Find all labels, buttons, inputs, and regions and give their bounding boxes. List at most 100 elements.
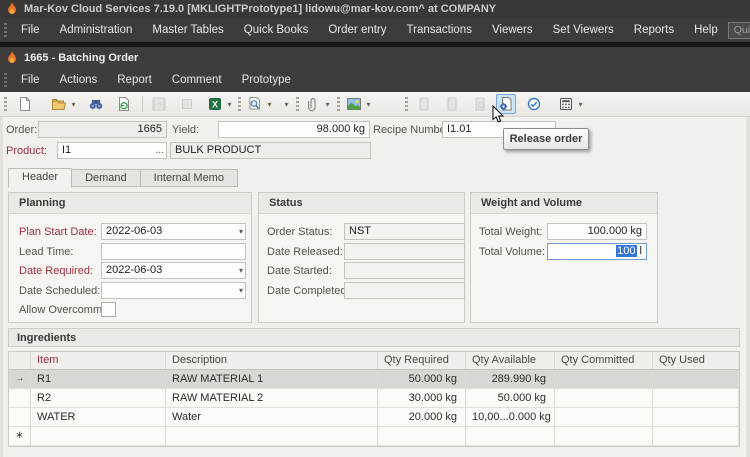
lead-time-field[interactable] [101, 243, 246, 260]
order-menu-report[interactable]: Report [107, 74, 162, 86]
open-button[interactable] [49, 94, 69, 114]
col-item[interactable]: Item [31, 352, 166, 369]
chevron-down-icon[interactable]: ▾ [239, 283, 243, 298]
release-order-tooltip: Release order [503, 128, 589, 150]
menu-order-entry[interactable]: Order entry [318, 24, 396, 36]
col-description[interactable]: Description [166, 352, 378, 369]
order-status-field: NST [344, 223, 465, 240]
total-weight-label: Total Weight: [479, 226, 542, 238]
review-order-button [470, 94, 490, 114]
date-started-label: Date Started: [267, 265, 332, 277]
tab-header[interactable]: Header [8, 168, 72, 188]
menu-file[interactable]: File [11, 24, 50, 36]
picture-button[interactable] [344, 94, 364, 114]
menu-administration[interactable]: Administration [50, 24, 143, 36]
date-started-field [344, 262, 465, 279]
allow-overcommit-checkbox[interactable] [101, 302, 116, 317]
recipe-number-label: Recipe Number: [373, 124, 452, 136]
calculator-dropdown-icon[interactable]: ▾ [576, 100, 585, 109]
order-menubar-grip[interactable] [4, 73, 7, 87]
print-dropdown-icon[interactable]: ▾ [282, 100, 291, 109]
order-label: Order: [6, 124, 37, 136]
order-menu-actions[interactable]: Actions [50, 74, 108, 86]
table-row[interactable]: WATER Water 20.000 kg 10,00...0.000 kg [9, 408, 739, 427]
date-completed-label: Date Completed: [267, 285, 350, 297]
table-row[interactable]: → R1 RAW MATERIAL 1 50.000 kg 289.990 kg [9, 370, 739, 389]
order-number-field: 1665 [38, 121, 167, 138]
product-browse-button[interactable]: ... [156, 143, 164, 158]
date-required-label: Date Required: [19, 265, 93, 277]
date-required-combo[interactable]: 2022-06-03▾ [101, 262, 246, 279]
col-qty-available[interactable]: Qty Available [466, 352, 555, 369]
chevron-down-icon[interactable]: ▾ [239, 263, 243, 278]
window-frame-right [746, 117, 750, 457]
tab-demand[interactable]: Demand [72, 169, 141, 187]
menu-quick-books[interactable]: Quick Books [234, 24, 319, 36]
product-field[interactable]: I1... [57, 142, 167, 159]
order-tabs: Header Demand Internal Memo [8, 168, 238, 187]
toolbar-grip[interactable] [296, 97, 299, 111]
new-document-button[interactable] [15, 94, 35, 114]
col-qty-committed[interactable]: Qty Committed [555, 352, 653, 369]
mouse-cursor [492, 105, 506, 125]
toolbar-grip[interactable] [238, 97, 241, 111]
total-volume-label: Total Volume: [479, 246, 545, 258]
tab-internal-memo[interactable]: Internal Memo [141, 169, 238, 187]
current-row-arrow-icon[interactable]: → [9, 370, 31, 388]
toolbar-grip[interactable] [405, 97, 408, 111]
main-menubar: File Administration Master Tables Quick … [0, 18, 750, 42]
menu-help[interactable]: Help [684, 24, 728, 36]
excel-export-button[interactable]: X [205, 94, 225, 114]
menu-set-viewers[interactable]: Set Viewers [543, 24, 624, 36]
table-row[interactable]: R2 RAW MATERIAL 2 30.000 kg 50.000 kg [9, 389, 739, 408]
order-menu-file[interactable]: File [11, 74, 50, 86]
plan-start-date-label: Plan Start Date: [19, 226, 97, 238]
total-weight-field[interactable]: 100.000 kg [547, 223, 647, 240]
excel-dropdown-icon[interactable]: ▾ [225, 100, 234, 109]
lead-time-label: Lead Time: [19, 246, 73, 258]
print-preview-button[interactable] [245, 94, 265, 114]
main-title: Mar-Kov Cloud Services 7.19.0 [MKLIGHTPr… [24, 3, 496, 15]
total-volume-field[interactable]: 100 l [547, 243, 647, 260]
ingredients-section-title: Ingredients [8, 328, 740, 347]
date-released-field [344, 243, 465, 260]
order-flame-icon [6, 51, 18, 65]
find-button[interactable] [86, 94, 106, 114]
menu-reports[interactable]: Reports [624, 24, 684, 36]
attachment-button[interactable] [303, 94, 323, 114]
selected-text: 100 [616, 245, 636, 257]
menubar-grip[interactable] [4, 23, 7, 37]
toolbar-grip[interactable] [4, 97, 7, 111]
product-label: Product: [6, 145, 47, 157]
approve-button[interactable] [524, 94, 544, 114]
yield-field[interactable]: 98.000 kg [218, 121, 370, 138]
menu-viewers[interactable]: Viewers [482, 24, 543, 36]
menu-master-tables[interactable]: Master Tables [142, 24, 233, 36]
attachment-dropdown-icon[interactable]: ▾ [323, 100, 332, 109]
quick-launch-input[interactable] [728, 22, 750, 39]
plan-start-date-combo[interactable]: 2022-06-03▾ [101, 223, 246, 240]
order-menu-comment[interactable]: Comment [162, 74, 232, 86]
open-dropdown-icon[interactable]: ▾ [69, 100, 78, 109]
refresh-button[interactable] [114, 94, 134, 114]
planning-panel: Planning Plan Start Date: 2022-06-03▾ Le… [8, 192, 252, 323]
order-menubar: File Actions Report Comment Prototype [0, 68, 750, 92]
product-description-field: BULK PRODUCT [170, 142, 371, 159]
picture-dropdown-icon[interactable]: ▾ [364, 100, 373, 109]
window-frame-left [0, 117, 3, 457]
col-qty-used[interactable]: Qty Used [653, 352, 739, 369]
order-status-label: Order Status: [267, 226, 332, 238]
new-row-marker-icon[interactable]: ∗ [9, 427, 31, 445]
order-menu-prototype[interactable]: Prototype [232, 74, 301, 86]
status-panel: Status Order Status: NST Date Released: … [258, 192, 465, 323]
calculator-button[interactable] [556, 94, 576, 114]
status-panel-title: Status [259, 193, 464, 214]
new-row[interactable]: ∗ [9, 427, 739, 446]
chevron-down-icon[interactable]: ▾ [239, 224, 243, 239]
menu-transactions[interactable]: Transactions [397, 24, 482, 36]
print-preview-dropdown-icon[interactable]: ▾ [265, 100, 274, 109]
date-scheduled-combo[interactable]: ▾ [101, 282, 246, 299]
col-qty-required[interactable]: Qty Required [378, 352, 466, 369]
export-small-button [177, 94, 197, 114]
toolbar-grip[interactable] [337, 97, 340, 111]
